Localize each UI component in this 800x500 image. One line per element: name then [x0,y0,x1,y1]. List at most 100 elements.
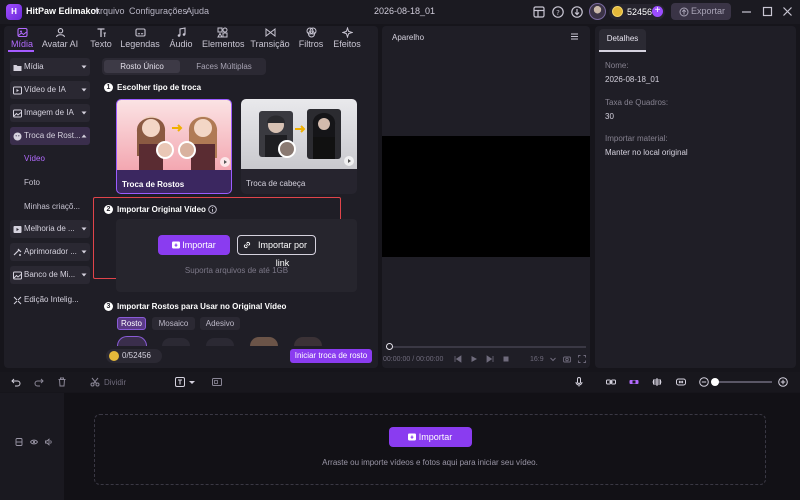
chevron-down-icon[interactable] [549,355,557,363]
fit-timeline-icon[interactable] [676,377,686,387]
help-icon[interactable]: ? [551,5,565,19]
import-file-icon [171,240,181,250]
subitem-foto[interactable]: Foto [24,178,40,187]
split-audio-icon[interactable] [652,377,662,387]
filters-icon [306,27,317,38]
snapshot-icon[interactable] [563,355,571,363]
magnet-snap-icon[interactable] [629,377,639,387]
mode-single-face[interactable]: Rosto Único [104,60,180,73]
swap-type-face-card[interactable]: Troca de Rostos [116,99,232,194]
user-avatar[interactable] [589,3,606,20]
chevron-down-icon[interactable] [187,377,197,387]
start-face-swap-button[interactable]: Iniciar troca de rosto [290,349,372,363]
sidebar-item-label: Banco de Mi... [24,270,76,279]
tab-texto[interactable]: Texto [81,26,121,52]
face-slot[interactable] [162,338,190,346]
stop-icon[interactable] [502,355,510,363]
face-swap-thumbnail [117,100,231,170]
sidebar-item-video-ia[interactable]: Vídeo de IA [10,81,90,99]
zoom-in-icon[interactable] [778,377,788,387]
menu-arquivo[interactable]: Arquivo [94,6,125,16]
track-visibility-icon[interactable] [30,438,38,446]
sidebar-item-label: Vídeo de IA [24,85,66,94]
bank-icon [13,271,22,280]
sidebar-item-melhoria[interactable]: Melhoria de ... [10,220,90,238]
close-icon[interactable] [781,5,794,18]
sidebar-item-aprimorador[interactable]: Aprimorador ... [10,243,90,261]
sidebar-item-midia[interactable]: Mídia [10,58,90,76]
tab-detalhes[interactable]: Detalhes [599,29,646,51]
detail-fps-label: Taxa de Quadros: [605,98,669,107]
face-tab-rosto[interactable]: Rosto [117,317,146,330]
sidebar-item-label: Imagem de IA [24,108,74,117]
sidebar-item-label: Troca de Rost... [24,131,81,140]
link-clips-icon[interactable] [606,377,616,387]
play-icon[interactable] [470,355,478,363]
add-coins-button[interactable]: + [652,6,663,17]
mode-multiple-faces[interactable]: Faces Múltiplas [184,60,264,73]
delete-icon[interactable] [57,377,67,387]
track-storage-icon[interactable] [15,438,23,446]
tab-legendas[interactable]: Legendas [120,26,160,52]
tab-midia[interactable]: Mídia [2,26,42,52]
undo-icon[interactable] [11,377,21,387]
import-button[interactable]: Importar [158,235,230,255]
sidebar-item-imagem-ia[interactable]: Imagem de IA [10,104,90,122]
coin-icon [109,351,119,361]
maximize-icon[interactable] [761,5,774,18]
previous-frame-icon[interactable] [454,355,462,363]
download-icon[interactable] [570,5,584,19]
fullscreen-icon[interactable] [578,355,586,363]
minimize-icon[interactable] [740,5,753,18]
tab-efeitos[interactable]: Efeitos [327,26,367,52]
elements-icon [216,27,228,38]
face-tab-mosaico[interactable]: Mosaico [152,317,195,330]
playback-progress-track[interactable] [390,346,586,348]
swap-type-head-card[interactable]: Troca de cabeça [241,99,357,194]
subitem-video[interactable]: Vídeo [24,154,45,163]
layout-icon[interactable] [532,5,546,19]
detail-import-label: Importar material: [605,134,668,143]
tab-label: Transição [250,39,290,49]
enhance-icon [13,225,22,234]
face-thumbnail[interactable] [294,337,322,346]
menu-configuracoes[interactable]: Configurações [129,6,187,16]
sidebar-item-label: Mídia [24,62,44,71]
zoom-out-icon[interactable] [699,377,709,387]
split-label[interactable]: Dividir [104,378,126,387]
track-volume-icon[interactable] [45,438,53,446]
time-readout: 00:00:00 / 00:00:00 [383,356,444,363]
sidebar-item-banco-de-midia[interactable]: Banco de Mi... [10,266,90,284]
info-icon[interactable] [208,205,217,214]
redo-icon[interactable] [34,377,44,387]
menu-ajuda[interactable]: Ajuda [186,6,209,16]
swap-type-label: Troca de Rostos [122,180,185,189]
tab-elementos[interactable]: Elementos [202,26,245,52]
face-slot[interactable] [117,336,147,346]
playback-progress-handle[interactable] [386,343,393,350]
step-title: Escolher tipo de troca [117,83,202,92]
zoom-slider-handle[interactable] [711,378,719,386]
coin-icon [612,6,623,17]
face-tab-adesivo[interactable]: Adesivo [200,317,240,330]
tab-avatar-ai[interactable]: Avatar AI [40,26,80,52]
tab-audio[interactable]: Áudio [161,26,201,52]
sidebar-item-edicao-inteligente[interactable]: Edição Intelig... [10,291,90,309]
microphone-icon[interactable] [574,377,584,387]
next-frame-icon[interactable] [486,355,494,363]
menu-icon[interactable] [570,32,579,41]
tab-filtros[interactable]: Filtros [291,26,331,52]
subitem-minhas-criacoes[interactable]: Minhas criaçõ... [24,202,80,211]
crop-icon[interactable] [212,377,222,387]
sidebar-item-troca-de-rostos[interactable]: Troca de Rost... [10,127,90,145]
aspect-ratio-select[interactable]: 16:9 [530,356,544,363]
timeline-import-button[interactable]: Importar [389,427,472,447]
timeline-drop-zone[interactable] [94,414,766,485]
text-tool-icon[interactable] [175,377,185,387]
face-thumbnail[interactable] [250,337,278,346]
face-slot[interactable] [206,338,234,346]
zoom-slider-track[interactable] [716,381,772,383]
import-dropzone[interactable] [116,219,357,292]
split-icon[interactable] [90,377,100,387]
tab-transicao[interactable]: Transição [250,26,290,52]
